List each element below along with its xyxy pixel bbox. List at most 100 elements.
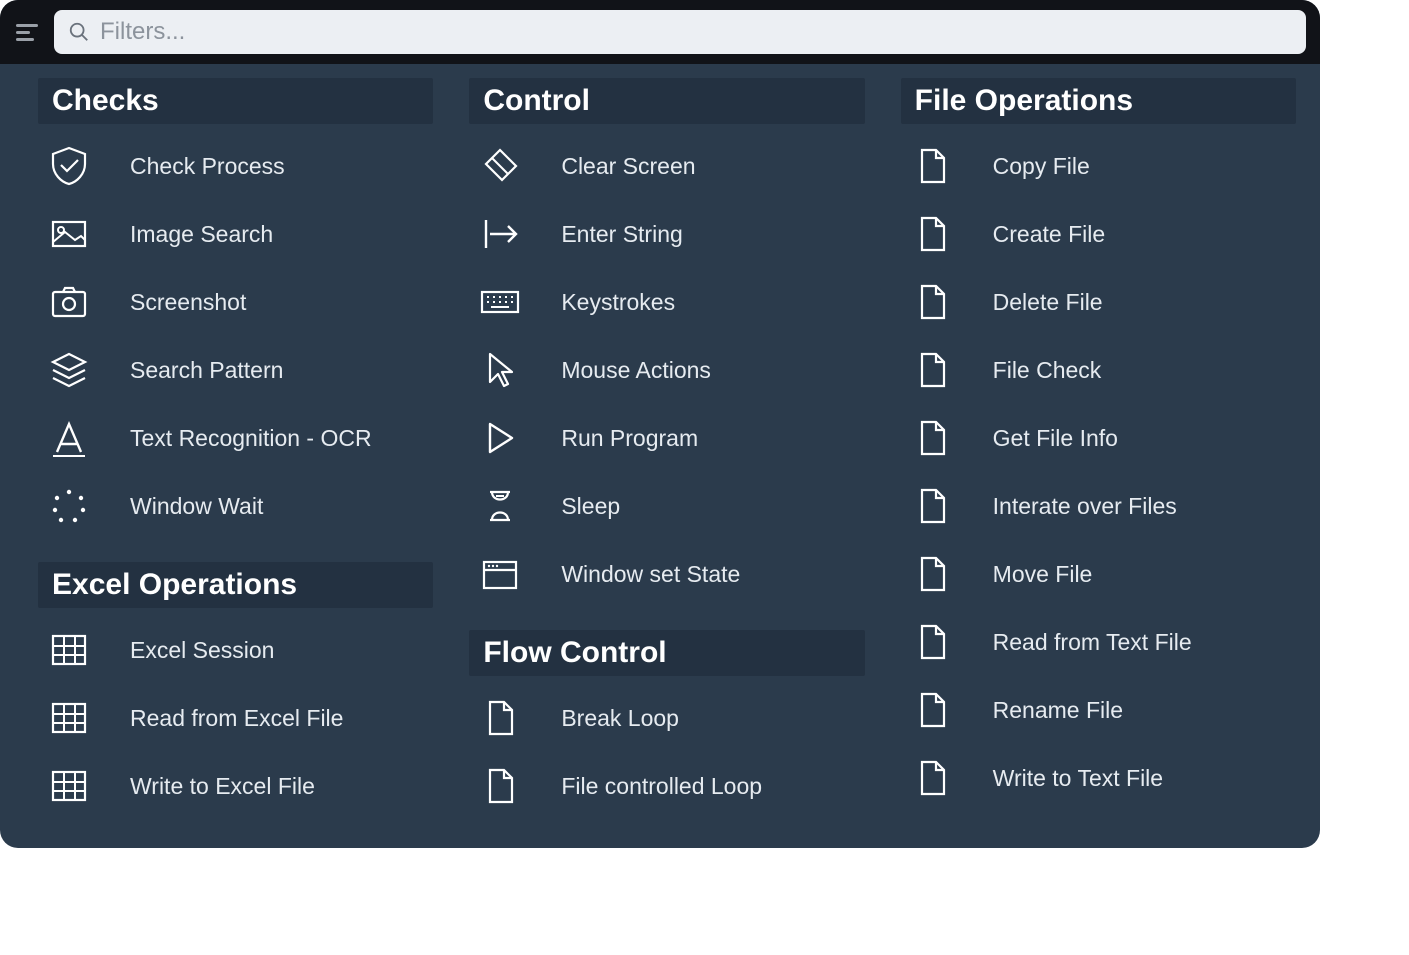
section-title: Excel Operations: [38, 562, 433, 608]
action-label: Get File Info: [993, 425, 1118, 452]
file-icon: [907, 552, 957, 596]
action-label: Check Process: [130, 153, 285, 180]
action-rename-file[interactable]: Rename File: [901, 676, 1296, 744]
section-excel-operations: Excel Operations Excel Session Read from E…: [38, 562, 433, 820]
file-icon: [907, 756, 957, 800]
menu-icon[interactable]: [14, 20, 40, 45]
action-copy-file[interactable]: Copy File: [901, 132, 1296, 200]
action-write-to-excel-file[interactable]: Write to Excel File: [38, 752, 433, 820]
action-label: Enter String: [561, 221, 682, 248]
action-get-file-info[interactable]: Get File Info: [901, 404, 1296, 472]
action-label: Image Search: [130, 221, 273, 248]
action-label: Read from Excel File: [130, 705, 343, 732]
actions-panel: Checks Check Process Image Search Screensho…: [0, 64, 1320, 848]
section-items: Break Loop File controlled Loop: [469, 684, 864, 820]
action-label: Break Loop: [561, 705, 679, 732]
action-file-check[interactable]: File Check: [901, 336, 1296, 404]
action-label: Write to Excel File: [130, 773, 315, 800]
grid-icon: [44, 764, 94, 808]
action-window-wait[interactable]: Window Wait: [38, 472, 433, 540]
action-label: File Check: [993, 357, 1102, 384]
search-box[interactable]: [54, 10, 1306, 54]
action-label: Mouse Actions: [561, 357, 711, 384]
action-label: Window set State: [561, 561, 740, 588]
action-label: Window Wait: [130, 493, 263, 520]
text-a-icon: [44, 416, 94, 460]
action-label: Interate over Files: [993, 493, 1177, 520]
section-flow-control: Flow Control Break Loop File controlled Lo…: [469, 630, 864, 820]
action-read-from-excel-file[interactable]: Read from Excel File: [38, 684, 433, 752]
section-items: Excel Session Read from Excel File Write t…: [38, 616, 433, 820]
section-checks: Checks Check Process Image Search Screensho…: [38, 78, 433, 540]
search-icon: [68, 21, 90, 43]
file-icon: [907, 144, 957, 188]
window-icon: [475, 552, 525, 596]
action-excel-session[interactable]: Excel Session: [38, 616, 433, 684]
action-read-from-text-file[interactable]: Read from Text File: [901, 608, 1296, 676]
action-label: Move File: [993, 561, 1093, 588]
action-label: Excel Session: [130, 637, 274, 664]
action-image-search[interactable]: Image Search: [38, 200, 433, 268]
section-items: Check Process Image Search Screenshot Searc…: [38, 132, 433, 540]
cursor-icon: [475, 348, 525, 392]
action-check-process[interactable]: Check Process: [38, 132, 433, 200]
action-label: Copy File: [993, 153, 1090, 180]
action-file-controlled-loop[interactable]: File controlled Loop: [469, 752, 864, 820]
file-icon: [907, 688, 957, 732]
section-items: Copy File Create File Delete File File Chec…: [901, 132, 1296, 812]
action-clear-screen[interactable]: Clear Screen: [469, 132, 864, 200]
action-break-loop[interactable]: Break Loop: [469, 684, 864, 752]
action-label: Search Pattern: [130, 357, 283, 384]
keyboard-icon: [475, 280, 525, 324]
grid-icon: [44, 628, 94, 672]
action-sleep[interactable]: Sleep: [469, 472, 864, 540]
topbar: [0, 0, 1320, 64]
action-run-program[interactable]: Run Program: [469, 404, 864, 472]
action-move-file[interactable]: Move File: [901, 540, 1296, 608]
file-icon: [907, 620, 957, 664]
search-input[interactable]: [100, 18, 1292, 46]
section-title: File Operations: [901, 78, 1296, 124]
action-search-pattern[interactable]: Search Pattern: [38, 336, 433, 404]
section-file-operations: File Operations Copy File Create File Delet…: [901, 78, 1296, 812]
action-label: Delete File: [993, 289, 1103, 316]
app-panel: Checks Check Process Image Search Screensho…: [0, 0, 1320, 848]
action-label: Clear Screen: [561, 153, 695, 180]
file-icon: [907, 348, 957, 392]
play-icon: [475, 416, 525, 460]
file-icon: [907, 416, 957, 460]
grid-icon: [44, 696, 94, 740]
shield-check-icon: [44, 144, 94, 188]
action-label: Rename File: [993, 697, 1123, 724]
section-control: ControlClear ScreenEnter StringKeystroke…: [469, 78, 864, 608]
action-screenshot[interactable]: Screenshot: [38, 268, 433, 336]
action-label: Text Recognition - OCR: [130, 425, 372, 452]
action-keystrokes[interactable]: Keystrokes: [469, 268, 864, 336]
action-create-file[interactable]: Create File: [901, 200, 1296, 268]
eraser-icon: [475, 144, 525, 188]
dots-wait-icon: [44, 484, 94, 528]
action-label: Create File: [993, 221, 1105, 248]
column: Checks Check Process Image Search Screensho…: [38, 78, 433, 820]
action-delete-file[interactable]: Delete File: [901, 268, 1296, 336]
action-label: Write to Text File: [993, 765, 1163, 792]
action-text-recognition-ocr[interactable]: Text Recognition - OCR: [38, 404, 433, 472]
action-window-set-state[interactable]: Window set State: [469, 540, 864, 608]
action-interate-over-files[interactable]: Interate over Files: [901, 472, 1296, 540]
section-title: Flow Control: [469, 630, 864, 676]
file-icon: [907, 280, 957, 324]
action-write-to-text-file[interactable]: Write to Text File: [901, 744, 1296, 812]
hourglass-icon: [475, 484, 525, 528]
action-label: Sleep: [561, 493, 620, 520]
action-enter-string[interactable]: Enter String: [469, 200, 864, 268]
action-label: Run Program: [561, 425, 698, 452]
file-icon: [475, 696, 525, 740]
layers-icon: [44, 348, 94, 392]
action-mouse-actions[interactable]: Mouse Actions: [469, 336, 864, 404]
camera-icon: [44, 280, 94, 324]
section-title: Checks: [38, 78, 433, 124]
image-icon: [44, 212, 94, 256]
column: File Operations Copy File Create File Delet…: [901, 78, 1296, 820]
action-label: Read from Text File: [993, 629, 1192, 656]
action-label: File controlled Loop: [561, 773, 762, 800]
